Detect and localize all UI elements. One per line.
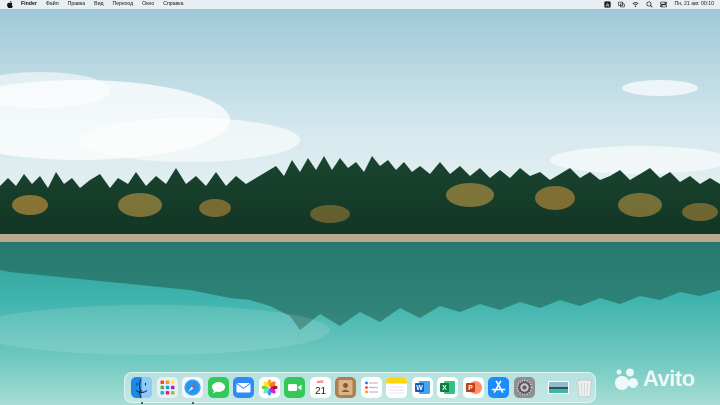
word-icon: W: [411, 377, 433, 398]
mail-icon: [233, 377, 255, 398]
calendar-icon: АВГ. 21: [309, 377, 331, 398]
menu-view[interactable]: Вид: [94, 0, 103, 9]
excel-letter: X: [442, 385, 447, 392]
dock-trash[interactable]: [574, 377, 595, 398]
dock-facetime[interactable]: [284, 377, 306, 398]
dock-messages[interactable]: [207, 377, 229, 398]
messages-icon: [207, 377, 229, 398]
menu-bar-right: A Пн, 21 авг. 00:10: [597, 0, 714, 9]
wifi-icon[interactable]: [631, 1, 639, 8]
dock-excel[interactable]: X: [437, 377, 459, 398]
trash-icon: [577, 378, 592, 397]
menu-help[interactable]: Справка: [163, 0, 183, 9]
safari-icon: [182, 377, 204, 398]
finder-running-indicator: [140, 401, 143, 404]
dock-launchpad[interactable]: [156, 377, 178, 398]
text-input-icon[interactable]: A: [603, 1, 611, 8]
avito-watermark-text: Avito: [643, 366, 695, 391]
word-letter: W: [416, 385, 423, 392]
dock-contacts[interactable]: [335, 377, 357, 398]
launchpad-icon: [156, 377, 178, 398]
calendar-day: 21: [315, 386, 327, 397]
menu-bar: Finder Файл Правка Вид Переход Окно Спра…: [0, 0, 720, 9]
avito-watermark: Avito: [614, 364, 714, 394]
dock-word[interactable]: W: [411, 377, 433, 398]
facetime-icon: [284, 377, 306, 398]
reminders-icon: [360, 377, 382, 398]
menu-app-name[interactable]: Finder: [21, 0, 37, 9]
dock-recent-window[interactable]: [548, 377, 570, 398]
menu-file[interactable]: Файл: [46, 0, 59, 9]
dock-powerpoint[interactable]: P: [462, 377, 484, 398]
control-center-icon[interactable]: [659, 1, 667, 8]
menu-go[interactable]: Переход: [113, 0, 134, 9]
contacts-icon: [335, 377, 357, 398]
menu-bar-left: Finder Файл Правка Вид Переход Окно Спра…: [6, 0, 193, 9]
dock-reminders[interactable]: [360, 377, 382, 398]
powerpoint-icon: P: [462, 377, 484, 398]
dock-mail[interactable]: [233, 377, 255, 398]
display-mirror-icon[interactable]: [617, 1, 625, 8]
dock-calendar[interactable]: АВГ. 21: [309, 377, 331, 398]
desktop-thumbnail-icon: [548, 381, 570, 394]
finder-icon: [131, 377, 153, 398]
photos-icon: [258, 377, 280, 398]
desktop-wallpaper: [0, 0, 720, 405]
dock-safari[interactable]: [182, 377, 204, 404]
dock-finder[interactable]: [131, 377, 153, 404]
safari-running-indicator: [191, 401, 194, 404]
notes-icon: [386, 377, 408, 398]
excel-icon: X: [437, 377, 459, 398]
dock-notes[interactable]: [386, 377, 408, 398]
dock-system-settings[interactable]: [513, 377, 535, 398]
dock-photos[interactable]: [258, 377, 280, 398]
menu-edit[interactable]: Правка: [68, 0, 86, 9]
search-icon[interactable]: [646, 1, 653, 8]
system-settings-icon: [513, 377, 535, 398]
dock: АВГ. 21 W X P: [124, 372, 596, 404]
calendar-month: АВГ.: [316, 380, 324, 384]
apple-menu-icon[interactable]: [6, 0, 14, 9]
menu-window[interactable]: Окно: [142, 0, 154, 9]
dock-app-store[interactable]: [488, 377, 510, 398]
menu-bar-clock[interactable]: Пн, 21 авг. 00:10: [675, 0, 714, 9]
app-store-icon: [488, 377, 510, 398]
svg-text:A: A: [605, 2, 609, 8]
avito-logo-icon: [615, 368, 638, 390]
powerpoint-letter: P: [468, 385, 473, 392]
